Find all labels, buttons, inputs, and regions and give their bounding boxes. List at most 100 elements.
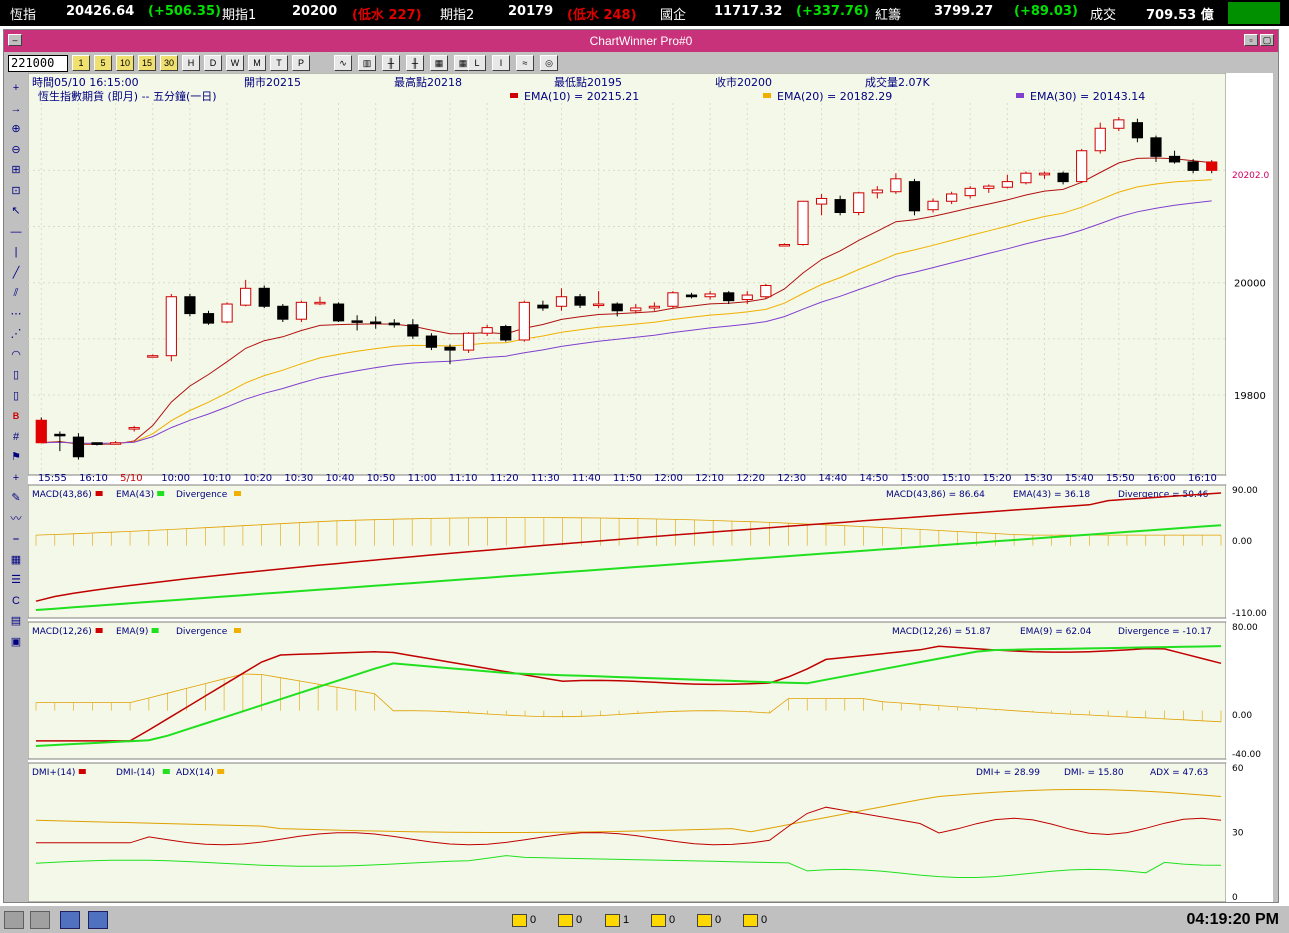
macd2-legend-swatch	[234, 628, 241, 633]
dots-icon[interactable]: ⋯	[8, 306, 24, 322]
macd1-legend-swatch	[95, 491, 103, 496]
tool-button-extra-0[interactable]: ≈	[516, 55, 534, 71]
dmi-legend-0: DMI+(14)	[32, 768, 75, 778]
candle-body	[1150, 137, 1162, 157]
chart-style-button-4[interactable]: ▦	[430, 55, 448, 71]
buy-sell-icon[interactable]: B	[8, 408, 24, 424]
status-icon-3[interactable]	[60, 911, 80, 929]
status-icon-4[interactable]	[88, 911, 108, 929]
trendline-icon[interactable]: ╱	[8, 265, 24, 281]
status-count-3[interactable]: 1	[605, 911, 629, 929]
c-icon[interactable]: C	[8, 593, 24, 609]
candle-body	[760, 285, 772, 298]
time-tick-label: 16:10	[1188, 473, 1217, 484]
chart-svg[interactable]: 20000 19800 15:55 16:10 5/10 10:00 10:10 10:20…	[27, 72, 1273, 903]
status-count-4[interactable]: 0	[651, 911, 675, 929]
candle-body	[741, 294, 753, 301]
interval-button-15[interactable]: 15	[138, 55, 156, 71]
time-tick-label: 10:40	[326, 473, 355, 484]
interval-button-M[interactable]: M	[248, 55, 266, 71]
flag-icon[interactable]: ⚑	[8, 449, 24, 465]
candle-body	[574, 296, 586, 306]
dmi-legend-1: DMI-(14)	[116, 768, 155, 778]
status-count-6[interactable]: 0	[743, 911, 767, 929]
arrow-icon[interactable]: →	[8, 101, 24, 117]
dmi-legend-swatch	[217, 769, 225, 774]
interval-button-T[interactable]: T	[270, 55, 288, 71]
macd1-axis-label: -110.00	[1232, 609, 1267, 619]
interval-button-5[interactable]: 5	[94, 55, 112, 71]
macd2-legend-swatch	[95, 628, 103, 633]
line-icon[interactable]: ⎯	[8, 531, 24, 547]
time-tick-label: 10:50	[367, 473, 396, 484]
candle-body	[871, 189, 883, 194]
zoom-in-icon[interactable]: ⊕	[8, 121, 24, 137]
grid-icon[interactable]: #	[8, 429, 24, 445]
interval-button-D[interactable]: D	[204, 55, 222, 71]
time-tick-label: 14:50	[859, 473, 888, 484]
window-title: ChartWinner Pro#0	[589, 34, 693, 48]
rect2-icon[interactable]: ▯	[8, 388, 24, 404]
time-tick-label: 15:40	[1065, 473, 1094, 484]
wave-icon[interactable]: 〰	[8, 511, 24, 527]
minimize-icon[interactable]: ▫	[1244, 34, 1258, 46]
arc-icon[interactable]: ◠	[8, 347, 24, 363]
macd1-panel: MACD(43,86) EMA(43) Divergence MACD(43,86) …	[27, 484, 1273, 619]
stock-code-input[interactable]: 221000	[8, 55, 68, 72]
interval-button-1[interactable]: 1	[72, 55, 90, 71]
time-tick-label: 12:00	[654, 473, 683, 484]
hline-icon[interactable]: —	[8, 224, 24, 240]
status-icon-2[interactable]	[30, 911, 50, 929]
clipboard-icon[interactable]: ▣	[8, 634, 24, 650]
candle-body	[332, 303, 345, 322]
interval-button-P[interactable]: P	[292, 55, 310, 71]
status-icon-1[interactable]	[4, 911, 24, 929]
folder-icon[interactable]: ▤	[8, 613, 24, 629]
dmi-readout-2: ADX = 47.63	[1150, 768, 1208, 778]
tool-button-I[interactable]: I	[492, 55, 510, 71]
price-tick-label: 20000	[1234, 279, 1266, 290]
ema10-swatch	[510, 93, 518, 98]
status-count-5[interactable]: 0	[697, 911, 721, 929]
ticker-value-redchip: 3799.27	[934, 4, 994, 19]
plus-icon[interactable]: +	[8, 470, 24, 486]
zoom-box-icon[interactable]: ⊞	[8, 162, 24, 178]
table-icon[interactable]: ▦	[8, 552, 24, 568]
interval-button-30[interactable]: 30	[160, 55, 178, 71]
candle-body	[611, 303, 623, 312]
zoom-out-icon[interactable]: ⊖	[8, 142, 24, 158]
tool-button-L[interactable]: L	[468, 55, 486, 71]
notes-icon[interactable]: ☰	[8, 572, 24, 588]
clock: 04:19:20 PM	[1186, 911, 1280, 928]
candle-body	[481, 327, 493, 334]
candle-body	[184, 296, 196, 315]
window-titlebar[interactable]: – ChartWinner Pro#0 ▫ ▢	[4, 30, 1278, 52]
chart-style-button-2[interactable]: ╫	[382, 55, 400, 71]
pointer-icon[interactable]: ↖	[8, 203, 24, 219]
rect-icon[interactable]: ▯	[8, 367, 24, 383]
candle-body	[964, 187, 976, 197]
vline-icon[interactable]: |	[8, 244, 24, 260]
parallel-icon[interactable]: ⫽	[8, 285, 24, 301]
interval-button-W[interactable]: W	[226, 55, 244, 71]
candle-body	[518, 301, 530, 341]
candle-body	[1094, 127, 1106, 152]
candle-body	[407, 324, 419, 337]
chart-style-button-3[interactable]: ╫	[406, 55, 424, 71]
chart-area[interactable]: 20000 19800 15:55 16:10 5/10 10:00 10:10 10:20…	[27, 72, 1273, 903]
pen-icon[interactable]: ✎	[8, 490, 24, 506]
status-count-1[interactable]: 0	[512, 911, 536, 929]
candle-body	[1001, 181, 1013, 188]
zoom-fit-icon[interactable]: ⊡	[8, 183, 24, 199]
chart-style-button-1[interactable]: ▥	[358, 55, 376, 71]
fan-icon[interactable]: ⋰	[8, 326, 24, 342]
interval-button-10[interactable]: 10	[116, 55, 134, 71]
candle-body	[778, 244, 791, 247]
tool-button-extra-1[interactable]: ◎	[540, 55, 558, 71]
status-count-2[interactable]: 0	[558, 911, 582, 929]
crosshair-icon[interactable]: +	[8, 80, 24, 96]
toolbar: 221000 15101530HDWMTP ∿▥╫╫▦▦LIF≈◎	[4, 52, 1278, 74]
chart-style-button-0[interactable]: ∿	[334, 55, 352, 71]
maximize-icon[interactable]: ▢	[1260, 34, 1274, 46]
interval-button-H[interactable]: H	[182, 55, 200, 71]
